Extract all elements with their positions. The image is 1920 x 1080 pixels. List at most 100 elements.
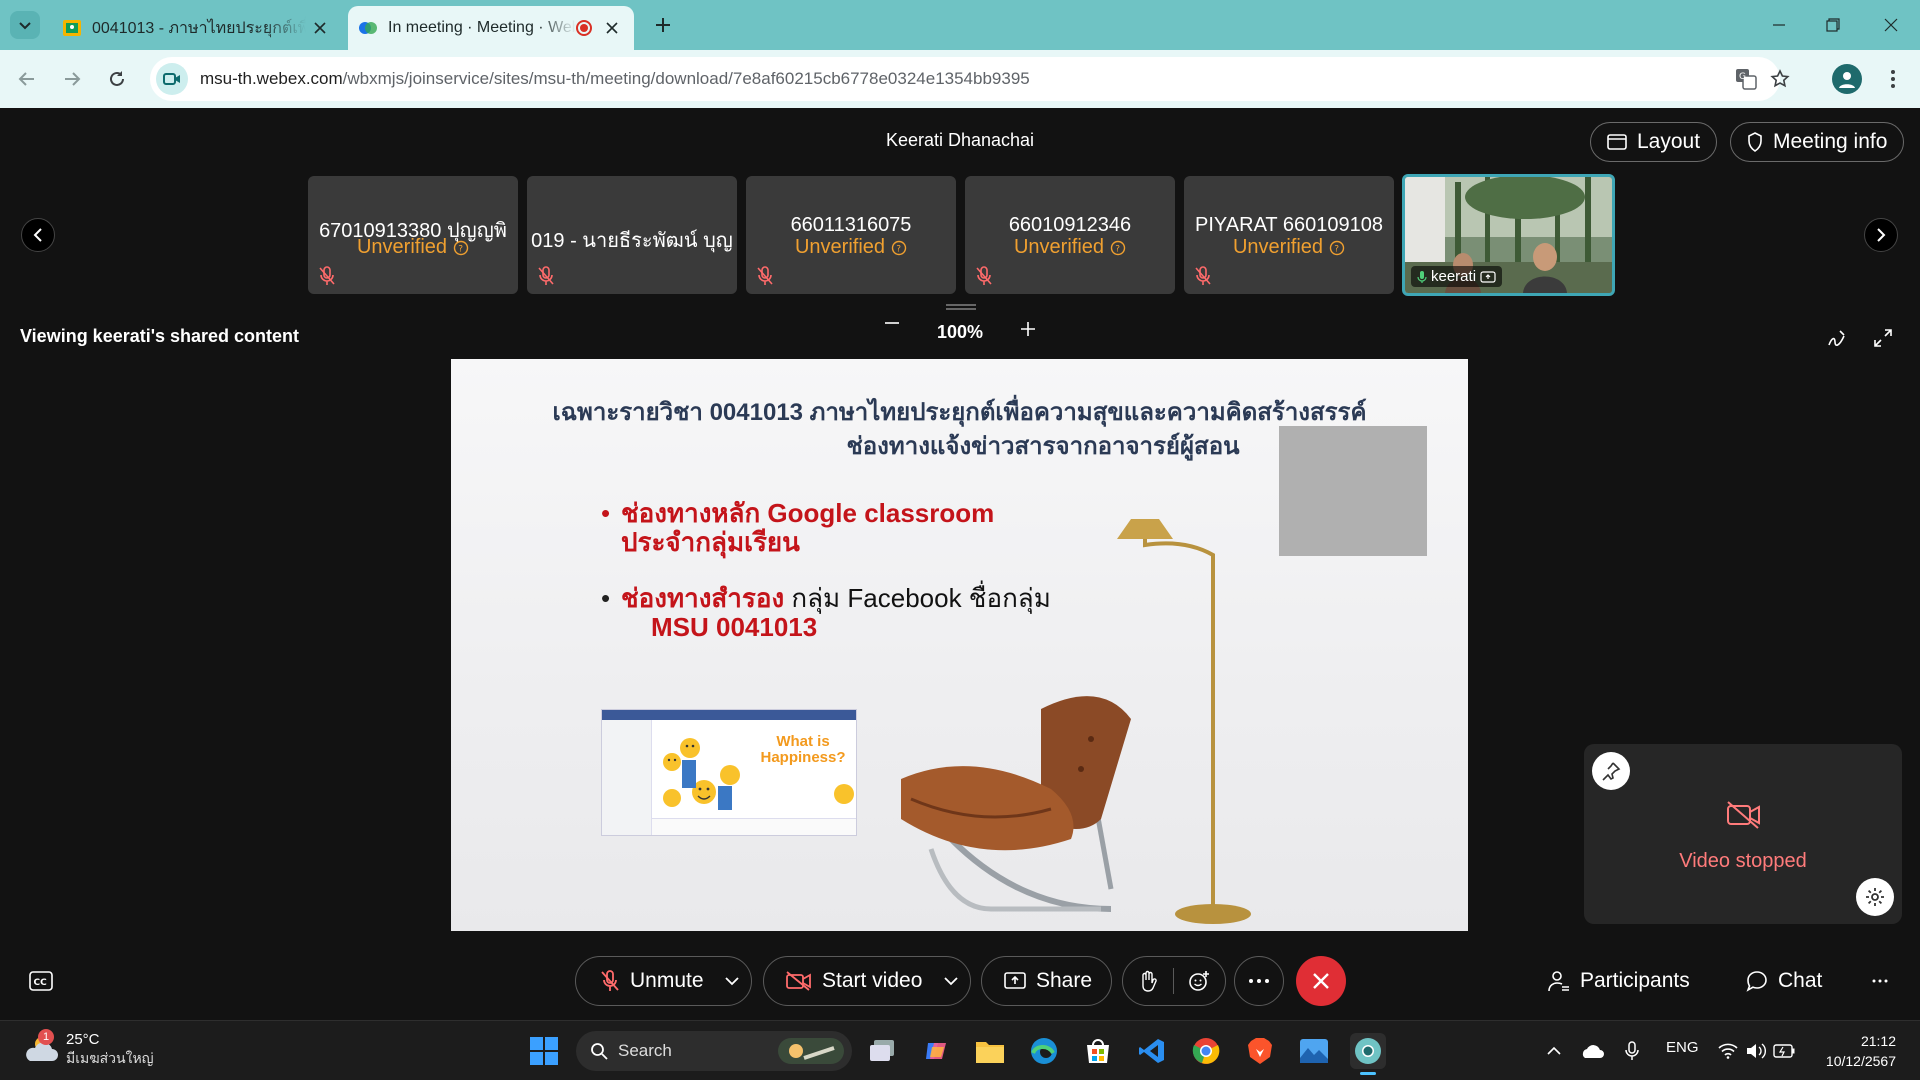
participant-tile[interactable]: 66011316075 Unverified? [746, 176, 956, 294]
start-video-button[interactable]: Start video [763, 956, 971, 1006]
pin-button[interactable] [1592, 752, 1630, 790]
tab-title: 0041013 - ภาษาไทยประยุกต์เพื่อความสุข [92, 19, 306, 37]
speaker-name: keerati [1431, 268, 1477, 285]
system-clock[interactable]: 21:12 10/12/2567 [1816, 1031, 1896, 1071]
chrome-icon[interactable] [1188, 1033, 1224, 1069]
address-bar[interactable]: msu-th.webex.com/wbxmjs/joinservice/site… [150, 57, 1790, 101]
layout-button[interactable]: Layout [1590, 122, 1718, 162]
chrome-active-icon[interactable] [1350, 1033, 1386, 1075]
raise-hand-button[interactable] [1123, 970, 1173, 992]
more-options-button[interactable] [1234, 956, 1284, 1006]
minus-icon [885, 322, 899, 324]
captions-button[interactable]: CC [26, 966, 56, 996]
slide-bullet-2: • ช่องทางสำรอง กลุ่ม Facebook ชื่อกลุ่ม … [601, 583, 1051, 642]
tab-course-page[interactable]: 0041013 - ภาษาไทยประยุกต์เพื่อความสุข [52, 6, 342, 50]
unverified-label: Unverified [794, 236, 886, 258]
participant-tile[interactable]: PIYARAT 660109108 Unverified? [1184, 176, 1394, 294]
reactions-button[interactable] [1174, 970, 1224, 992]
participant-tile[interactable]: 66010912346 Unverified? [965, 176, 1175, 294]
microphone-tray-icon[interactable] [1614, 1033, 1650, 1069]
back-button[interactable] [12, 64, 42, 94]
chevron-up-icon [1547, 1046, 1561, 1055]
svg-text:G: G [1739, 72, 1746, 82]
brave-icon[interactable] [1242, 1033, 1278, 1069]
url-text: msu-th.webex.com/wbxmjs/joinservice/site… [200, 69, 1030, 89]
unmute-button[interactable]: Unmute [575, 956, 752, 1006]
gear-icon [1866, 888, 1884, 906]
windows-taskbar: 1 25°C มีเมฆส่วนใหญ่ Search ENG 21:12 10… [0, 1020, 1920, 1080]
copilot-icon[interactable] [918, 1033, 954, 1069]
chevron-right-icon [1877, 228, 1886, 242]
zoom-in-button[interactable] [1014, 322, 1042, 336]
participant-tile[interactable]: 019 - นายธีระพัฒน์ บุญ [527, 176, 737, 294]
photos-icon[interactable] [1296, 1033, 1332, 1069]
translate-icon[interactable]: G [1732, 65, 1760, 93]
close-window-button[interactable] [1862, 0, 1920, 50]
facebook-group-screenshot: What is Happiness? [601, 709, 857, 836]
microsoft-store-icon[interactable] [1080, 1033, 1116, 1069]
site-info-icon[interactable] [156, 63, 188, 95]
participants-prev-button[interactable] [21, 218, 55, 252]
participant-tile[interactable]: 67010913380 ปุญญพิ Unverified? [308, 176, 518, 294]
onedrive-icon[interactable] [1574, 1033, 1610, 1069]
leave-meeting-button[interactable] [1296, 956, 1346, 1006]
arrow-right-icon [65, 72, 81, 86]
chevron-down-icon[interactable] [944, 976, 958, 986]
weather-widget[interactable]: 1 25°C มีเมฆส่วนใหญ่ [22, 1028, 154, 1070]
more-panel-button[interactable] [1872, 956, 1888, 1006]
profile-avatar-icon[interactable] [1832, 64, 1862, 94]
tab-search-button[interactable] [10, 11, 40, 39]
participant-name: 66010912346 [1008, 214, 1132, 236]
url-domain: msu-th.webex.com [200, 69, 343, 88]
fullscreen-button[interactable] [1868, 323, 1898, 353]
meeting-window: Keerati Dhanachai Layout Meeting info 67… [0, 108, 1920, 1020]
slide-bullet-1: • ช่องทางหลัก Google classroom ประจำกลุ่… [601, 498, 995, 557]
muted-mic-icon [319, 266, 335, 285]
vscode-icon[interactable] [1134, 1033, 1170, 1069]
share-button[interactable]: Share [981, 956, 1112, 1006]
file-explorer-icon[interactable] [972, 1033, 1008, 1069]
minimize-button[interactable] [1750, 0, 1808, 50]
close-tab-icon[interactable] [306, 14, 334, 42]
annotate-button[interactable] [1822, 323, 1852, 353]
search-icon [591, 1043, 608, 1060]
new-tab-button[interactable] [650, 12, 676, 38]
forward-button[interactable] [57, 64, 87, 94]
share-screen-icon [1004, 972, 1026, 989]
start-button[interactable] [526, 1033, 562, 1069]
language-indicator[interactable]: ENG [1666, 1039, 1699, 1056]
reload-button[interactable] [102, 64, 132, 94]
tab-webex-meeting[interactable]: In meeting · Meeting · Webex [348, 6, 634, 50]
bookmark-star-icon[interactable] [1766, 65, 1794, 93]
more-horizontal-icon [1872, 979, 1888, 983]
participants-next-button[interactable] [1864, 218, 1898, 252]
task-view-icon[interactable] [864, 1033, 900, 1069]
expand-icon [1874, 329, 1892, 347]
meeting-info-button[interactable]: Meeting info [1730, 122, 1905, 162]
browser-menu-icon[interactable] [1880, 66, 1906, 92]
banner-line-2: Happiness? [760, 749, 846, 766]
close-icon [1313, 973, 1329, 989]
restore-button[interactable] [1804, 0, 1862, 50]
zoom-out-button[interactable] [878, 322, 906, 324]
lounge-chair-image [901, 696, 1131, 912]
chat-button[interactable]: Chat [1746, 956, 1822, 1006]
speaker-label: keerati [1411, 266, 1503, 287]
start-video-label: Start video [822, 969, 923, 992]
unmute-label: Unmute [630, 969, 704, 992]
video-settings-button[interactable] [1856, 878, 1894, 916]
participants-button[interactable]: Participants [1548, 956, 1690, 1006]
close-icon [1884, 18, 1898, 32]
participant-name: 66011316075 [790, 214, 912, 236]
show-hidden-icons-button[interactable] [1536, 1033, 1572, 1069]
close-tab-icon[interactable] [598, 14, 626, 42]
active-speaker-tile[interactable]: keerati [1402, 174, 1615, 296]
unverified-label: Unverified [356, 236, 448, 258]
chevron-down-icon[interactable] [725, 976, 739, 986]
battery-icon[interactable] [1766, 1033, 1802, 1069]
participant-status: Unverified? [746, 236, 956, 259]
resize-handle[interactable] [946, 304, 976, 310]
chevron-down-icon [19, 22, 31, 30]
taskbar-search-box[interactable]: Search [576, 1031, 852, 1071]
edge-browser-icon[interactable] [1026, 1033, 1062, 1069]
